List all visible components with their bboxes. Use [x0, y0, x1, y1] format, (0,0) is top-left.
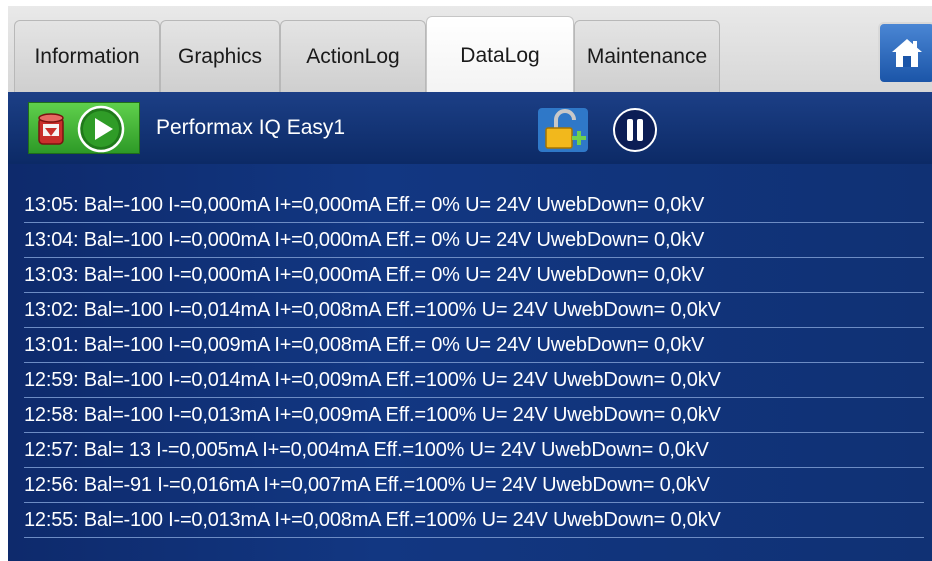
log-row: 13:05: Bal=-100 I-=0,000mA I+=0,000mA Ef…	[24, 188, 924, 223]
log-row: 13:04: Bal=-100 I-=0,000mA I+=0,000mA Ef…	[24, 223, 924, 258]
log-row: 12:56: Bal=-91 I-=0,016mA I+=0,007mA Eff…	[24, 468, 924, 503]
play-icon[interactable]	[77, 105, 125, 153]
log-entry: 13:04: Bal=-100 I-=0,000mA I+=0,000mA Ef…	[24, 229, 705, 251]
tab-bar: Information Graphics ActionLog DataLog M…	[8, 6, 932, 94]
log-entry: 13:02: Bal=-100 I-=0,014mA I+=0,008mA Ef…	[24, 299, 721, 321]
log-row: 12:55: Bal=-100 I-=0,013mA I+=0,008mA Ef…	[24, 503, 924, 538]
stop-icon[interactable]	[35, 110, 67, 148]
log-entry: 12:59: Bal=-100 I-=0,014mA I+=0,009mA Ef…	[24, 369, 721, 391]
pause-icon[interactable]	[612, 107, 658, 153]
log-entry: 13:03: Bal=-100 I-=0,000mA I+=0,000mA Ef…	[24, 264, 705, 286]
tab-datalog[interactable]: DataLog	[426, 16, 574, 94]
log-row: 12:57: Bal= 13 I-=0,005mA I+=0,004mA Eff…	[24, 433, 924, 468]
log-row: 12:59: Bal=-100 I-=0,014mA I+=0,009mA Ef…	[24, 363, 924, 398]
log-entry: 12:56: Bal=-91 I-=0,016mA I+=0,007mA Eff…	[24, 474, 710, 496]
log-entry: 13:05: Bal=-100 I-=0,000mA I+=0,000mA Ef…	[24, 194, 705, 216]
tab-actionlog[interactable]: ActionLog	[280, 20, 426, 92]
tab-graphics[interactable]: Graphics	[160, 20, 280, 92]
home-icon	[892, 39, 922, 67]
device-name: Performax IQ Easy1	[156, 116, 346, 139]
log-entry: 12:57: Bal= 13 I-=0,005mA I+=0,004mA Eff…	[24, 439, 709, 461]
log-row: 12:58: Bal=-100 I-=0,013mA I+=0,009mA Ef…	[24, 398, 924, 433]
app-window: Information Graphics ActionLog DataLog M…	[8, 6, 932, 561]
tab-maintenance[interactable]: Maintenance	[574, 20, 720, 92]
log-entry: 12:55: Bal=-100 I-=0,013mA I+=0,008mA Ef…	[24, 509, 721, 531]
log-row: 13:01: Bal=-100 I-=0,009mA I+=0,008mA Ef…	[24, 328, 924, 363]
log-entry: 13:01: Bal=-100 I-=0,009mA I+=0,008mA Ef…	[24, 334, 705, 356]
datalog-panel: Performax IQ Easy1 13:05: Bal=-100 I-=0,…	[8, 92, 932, 561]
log-entry: 12:58: Bal=-100 I-=0,013mA I+=0,009mA Ef…	[24, 404, 721, 426]
device-header: Performax IQ Easy1	[8, 92, 932, 164]
unlock-icon[interactable]	[536, 106, 590, 154]
run-controls	[28, 102, 140, 154]
tab-information[interactable]: Information	[14, 20, 160, 92]
log-row: 13:02: Bal=-100 I-=0,014mA I+=0,008mA Ef…	[24, 293, 924, 328]
home-button[interactable]	[878, 22, 932, 84]
log-row: 13:03: Bal=-100 I-=0,000mA I+=0,000mA Ef…	[24, 258, 924, 293]
